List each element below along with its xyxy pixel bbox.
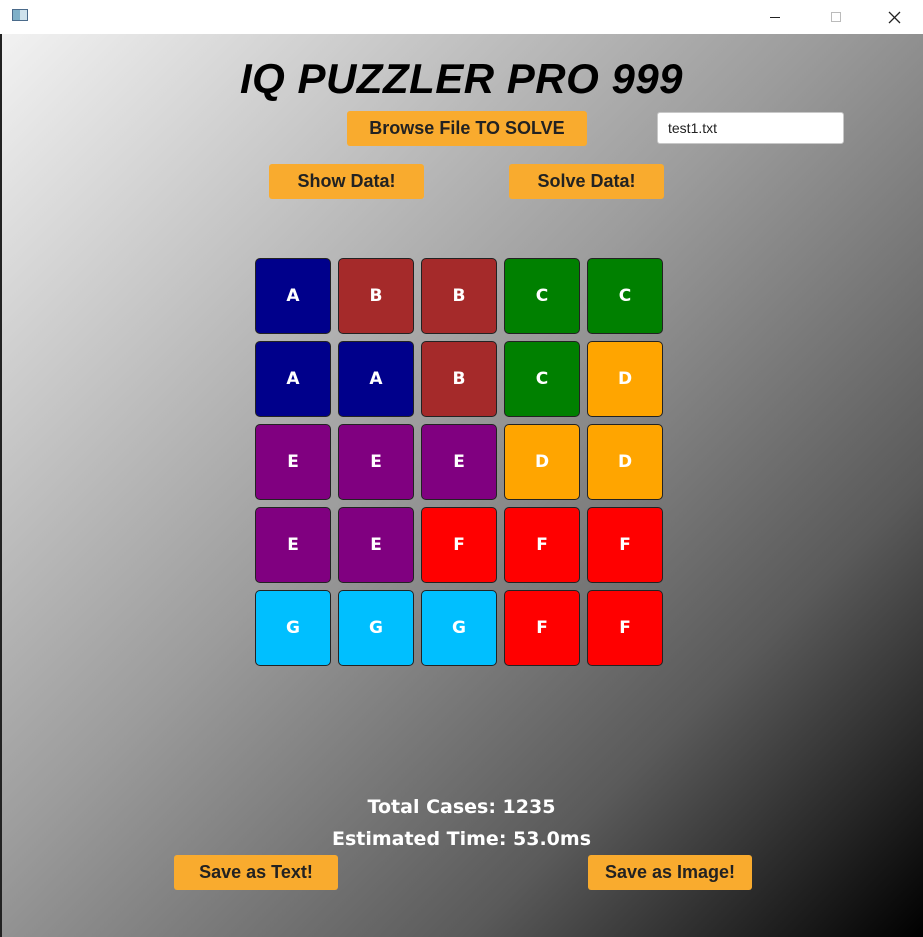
- total-cases-label: Total Cases: 1235: [367, 796, 556, 818]
- board-cell: D: [587, 424, 663, 500]
- board-cell: F: [587, 590, 663, 666]
- board-cell: F: [587, 507, 663, 583]
- board-cell: D: [587, 341, 663, 417]
- board-cell: F: [504, 507, 580, 583]
- estimated-time-label: Estimated Time: 53.0ms: [331, 828, 592, 850]
- board-cell: C: [504, 258, 580, 334]
- board-cell: D: [504, 424, 580, 500]
- board-cell: F: [421, 507, 497, 583]
- minimize-icon[interactable]: [752, 0, 798, 34]
- board-cell: C: [587, 258, 663, 334]
- file-name-input[interactable]: [657, 112, 844, 144]
- board-cell: E: [338, 424, 414, 500]
- board-cell: G: [338, 590, 414, 666]
- save-as-image-button[interactable]: Save as Image!: [588, 855, 752, 890]
- board-cell: F: [504, 590, 580, 666]
- board-cell: B: [421, 341, 497, 417]
- board-cell: E: [255, 507, 331, 583]
- puzzle-board: ABBCCAABCDEEEDDEEFFFGGGFF: [255, 258, 663, 666]
- close-icon[interactable]: [871, 0, 917, 34]
- board-cell: B: [421, 258, 497, 334]
- board-cell: G: [421, 590, 497, 666]
- board-cell: A: [338, 341, 414, 417]
- board-cell: E: [421, 424, 497, 500]
- window-titlebar: [0, 0, 923, 34]
- page-title: IQ PUZZLER PRO 999: [239, 55, 684, 102]
- board-cell: C: [504, 341, 580, 417]
- maximize-icon[interactable]: [813, 0, 859, 34]
- browse-file-button[interactable]: Browse File TO SOLVE: [347, 111, 587, 146]
- solve-data-button[interactable]: Solve Data!: [509, 164, 664, 199]
- board-cell: E: [338, 507, 414, 583]
- board-cell: A: [255, 258, 331, 334]
- board-cell: B: [338, 258, 414, 334]
- board-cell: G: [255, 590, 331, 666]
- save-as-text-button[interactable]: Save as Text!: [174, 855, 338, 890]
- app-icon: [12, 9, 28, 21]
- board-cell: A: [255, 341, 331, 417]
- board-cell: E: [255, 424, 331, 500]
- show-data-button[interactable]: Show Data!: [269, 164, 424, 199]
